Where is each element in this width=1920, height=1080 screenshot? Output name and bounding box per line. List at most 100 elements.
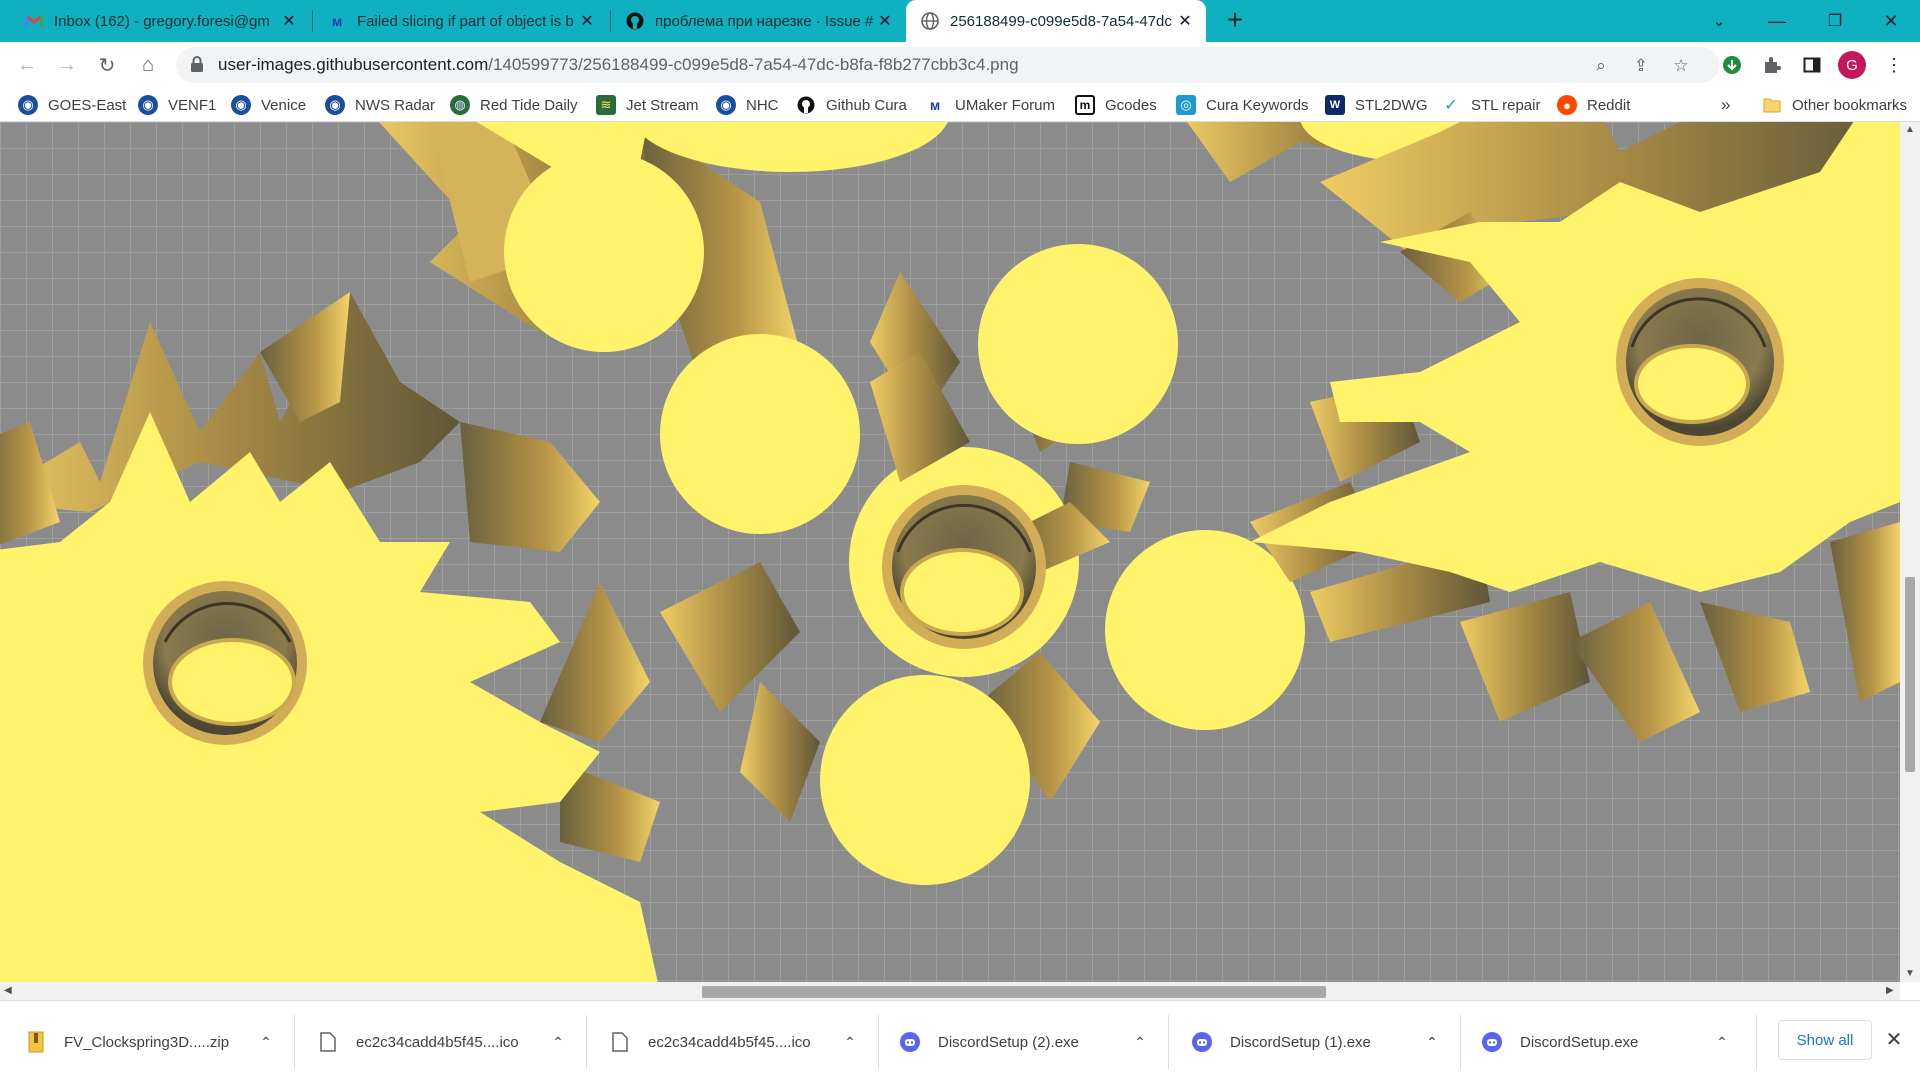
noaa-icon: ◉ (325, 95, 345, 115)
tab-close-icon[interactable]: ✕ (1174, 10, 1196, 32)
bookmark-gcodes[interactable]: m Gcodes (1075, 93, 1157, 117)
tab-close-icon[interactable]: ✕ (278, 10, 300, 32)
download-status-icon[interactable] (1717, 50, 1747, 80)
reddit-icon: ● (1557, 95, 1577, 115)
other-bookmarks-label: Other bookmarks (1792, 96, 1908, 114)
discord-icon (1190, 1030, 1214, 1054)
bookmark-label: NHC (746, 96, 779, 114)
url-text[interactable]: user-images.githubusercontent.com/140599… (218, 55, 1019, 75)
bookmark-red-tide-daily[interactable]: ◍ Red Tide Daily (450, 93, 578, 117)
bookmark-umaker-forum[interactable]: ᴍ UMaker Forum (925, 93, 1055, 117)
omnibox[interactable]: user-images.githubusercontent.com/140599… (176, 47, 1719, 83)
noaa-icon: ◉ (231, 95, 251, 115)
download-item[interactable]: ec2c34cadd4b5f45....ico ⌃ (608, 1019, 862, 1065)
chevron-up-icon[interactable]: ⌃ (1128, 1034, 1152, 1051)
home-icon[interactable]: ⌂ (133, 50, 163, 80)
new-tab-plus-icon[interactable]: + (1220, 6, 1250, 36)
tab-close-icon[interactable]: ✕ (576, 10, 598, 32)
bookmarks-overflow-chevron[interactable]: » (1721, 93, 1730, 117)
marlin-icon: m (1075, 95, 1095, 115)
tab-close-icon[interactable]: ✕ (874, 10, 896, 32)
zoom-icon[interactable]: ⌕ (1590, 55, 1612, 77)
horizontal-scrollbar[interactable]: ◀ ▶ (0, 982, 1900, 1000)
back-arrow-icon[interactable]: ← (12, 50, 42, 80)
image-viewport[interactable] (0, 122, 1900, 982)
lock-icon[interactable] (190, 56, 208, 74)
forward-arrow-icon[interactable]: → (52, 50, 82, 80)
close-downloads-icon[interactable]: ✕ (1882, 1027, 1906, 1051)
scroll-up-arrow-icon[interactable]: ▲ (1905, 124, 1915, 135)
ultimaker-icon: ᴍ (331, 13, 343, 29)
github-icon (625, 11, 645, 31)
bookmark-label: Gcodes (1105, 96, 1157, 114)
bookmark-label: STL2DWG (1355, 96, 1428, 114)
download-filename: ec2c34cadd4b5f45....ico (356, 1033, 519, 1051)
tab-title: 256188499-c099e5d8-7a54-47dc (950, 12, 1172, 30)
bookmark-jet-stream[interactable]: ≋ Jet Stream (596, 93, 699, 117)
download-item[interactable]: ec2c34cadd4b5f45....ico ⌃ (316, 1019, 570, 1065)
tab-strip: Inbox (162) - gregory.foresi@gm ✕ ᴍ Fail… (0, 0, 1920, 42)
share-icon[interactable]: ⇪ (1630, 55, 1652, 77)
scroll-right-arrow-icon[interactable]: ▶ (1886, 985, 1894, 996)
show-all-downloads-button[interactable]: Show all (1778, 1020, 1872, 1060)
chevron-up-icon[interactable]: ⌃ (546, 1034, 570, 1051)
ultimaker-icon: ᴍ (929, 97, 941, 113)
bookmark-venice[interactable]: ◉ Venice (231, 93, 306, 117)
minimize-icon[interactable]: — (1748, 0, 1806, 42)
download-item[interactable]: DiscordSetup.exe ⌃ (1480, 1019, 1734, 1065)
bookmark-github-cura[interactable]: Github Cura (796, 93, 907, 117)
scroll-down-arrow-icon[interactable]: ▼ (1905, 968, 1915, 979)
download-filename: ec2c34cadd4b5f45....ico (648, 1033, 811, 1051)
noaa-icon: ◉ (138, 95, 158, 115)
bookmark-nws-radar[interactable]: ◉ NWS Radar (325, 93, 435, 117)
other-bookmarks[interactable]: Other bookmarks (1762, 93, 1907, 117)
bookmark-label: Venice (261, 96, 307, 114)
github-icon (796, 95, 816, 115)
file-icon (316, 1030, 340, 1054)
restore-icon[interactable]: ❐ (1806, 0, 1864, 42)
chevron-up-icon[interactable]: ⌃ (1710, 1034, 1734, 1051)
tab-image-active[interactable]: 256188499-c099e5d8-7a54-47dc ✕ (906, 0, 1206, 42)
url-path: /140599773/256188499-c099e5d8-7a54-47dc-… (488, 55, 1019, 74)
bookmark-stl2dwg[interactable]: W STL2DWG (1325, 93, 1428, 117)
bookmark-cura-keywords[interactable]: ◎ Cura Keywords (1176, 93, 1309, 117)
tab-title: Failed slicing if part of object is b (357, 12, 574, 30)
bookmark-venf1[interactable]: ◉ VENF1 (138, 93, 216, 117)
tab-gmail[interactable]: Inbox (162) - gregory.foresi@gm ✕ (10, 0, 310, 42)
download-item[interactable]: DiscordSetup (1).exe ⌃ (1190, 1019, 1444, 1065)
download-item[interactable]: FV_Clockspring3D.....zip ⌃ (24, 1019, 278, 1065)
bookmark-reddit[interactable]: ● Reddit (1557, 93, 1630, 117)
stl-repair-icon: ✓ (1444, 97, 1458, 114)
bookmark-label: Reddit (1587, 96, 1631, 114)
noaa-icon: ◉ (716, 95, 736, 115)
chevron-up-icon[interactable]: ⌃ (838, 1034, 862, 1051)
vertical-scroll-thumb[interactable] (1905, 577, 1915, 772)
vertical-scrollbar[interactable]: ▲ ▼ (1900, 122, 1920, 982)
tab-cura-forum[interactable]: ᴍ Failed slicing if part of object is b … (313, 0, 608, 42)
bookmark-star-icon[interactable]: ☆ (1670, 55, 1692, 77)
bookmark-label: Github Cura (826, 96, 907, 114)
download-filename: DiscordSetup.exe (1520, 1033, 1639, 1051)
reload-icon[interactable]: ↻ (92, 50, 122, 80)
bookmark-stl-repair[interactable]: ✓ STL repair (1441, 93, 1540, 117)
tab-github-issue[interactable]: проблема при нарезке · Issue # ✕ (611, 0, 906, 42)
globe-icon: ◍ (450, 95, 470, 115)
download-divider (1756, 1015, 1757, 1069)
horizontal-scroll-thumb[interactable] (702, 986, 1326, 998)
side-panel-icon[interactable] (1797, 50, 1827, 80)
tab-search-chevron-icon[interactable]: ⌄ (1690, 0, 1748, 42)
extensions-puzzle-icon[interactable] (1757, 50, 1787, 80)
noaa-icon: ◉ (18, 95, 38, 115)
window-close-icon[interactable]: ✕ (1862, 0, 1920, 42)
bookmark-label: UMaker Forum (955, 96, 1056, 114)
downloads-bar: FV_Clockspring3D.....zip ⌃ ec2c34cadd4b5… (0, 1000, 1920, 1080)
chrome-menu-icon[interactable]: ⋮ (1879, 50, 1909, 80)
bookmark-goes-east[interactable]: ◉ GOES-East (18, 93, 126, 117)
chevron-up-icon[interactable]: ⌃ (254, 1034, 278, 1051)
bookmark-nhc[interactable]: ◉ NHC (716, 93, 779, 117)
download-item[interactable]: DiscordSetup (2).exe ⌃ (898, 1019, 1152, 1065)
bookmark-label: VENF1 (168, 96, 217, 114)
scroll-left-arrow-icon[interactable]: ◀ (4, 985, 12, 996)
chevron-up-icon[interactable]: ⌃ (1420, 1034, 1444, 1051)
profile-avatar[interactable]: G (1838, 51, 1866, 79)
